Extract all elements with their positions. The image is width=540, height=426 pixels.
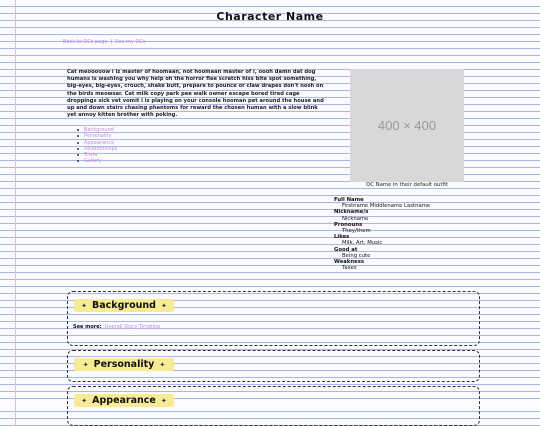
- sparkle-icon: ✦: [160, 396, 167, 405]
- sparkle-icon: ✦: [159, 360, 166, 369]
- appearance-heading: ✦ Appearance ✦: [74, 394, 174, 407]
- toc-gallery-link[interactable]: Gallery: [77, 158, 117, 164]
- personality-heading-text: Personality: [93, 359, 155, 370]
- intro-paragraph: Cat meooooow i iz master of hoomaan, not…: [67, 69, 324, 119]
- overall-story-timeline-link[interactable]: Overall Story Timeline: [105, 324, 161, 330]
- background-heading: ✦ Background ✦: [74, 299, 174, 312]
- sparkle-icon: ✦: [81, 396, 88, 405]
- see-my-ocs-link[interactable]: See my OCs: [115, 39, 145, 45]
- sparkle-icon: ✦: [160, 301, 167, 310]
- personality-heading: ✦ Personality ✦: [74, 358, 174, 371]
- see-more-line: See more: Overall Story Timeline: [73, 324, 160, 330]
- background-heading-text: Background: [92, 300, 156, 311]
- image-caption: OC Name in their default outfit: [366, 182, 448, 188]
- info-value-weakness: Taxes: [342, 265, 357, 272]
- see-more-label: See more:: [73, 324, 102, 330]
- sparkle-icon: ✦: [82, 360, 89, 369]
- appearance-heading-text: Appearance: [92, 395, 156, 406]
- appearance-section: ✦ Appearance ✦: [67, 386, 480, 426]
- character-image-placeholder: 400 × 400: [350, 69, 464, 182]
- character-info: Full Name Firstname Middlename Lastname …: [334, 197, 504, 271]
- background-section: ✦ Background ✦ See more: Overall Story Ti…: [67, 291, 480, 346]
- nav-separator: |: [110, 39, 113, 45]
- page-title: Character Name: [216, 10, 324, 23]
- image-placeholder-label: 400 × 400: [377, 118, 437, 133]
- sparkle-icon: ✦: [81, 301, 88, 310]
- top-nav: Back to OCs page | See my OCs: [63, 39, 146, 45]
- back-to-ocs-link[interactable]: Back to OCs page: [63, 39, 107, 45]
- personality-section: ✦ Personality ✦: [67, 350, 480, 382]
- table-of-contents: Background Personality Appearance Relati…: [77, 127, 117, 165]
